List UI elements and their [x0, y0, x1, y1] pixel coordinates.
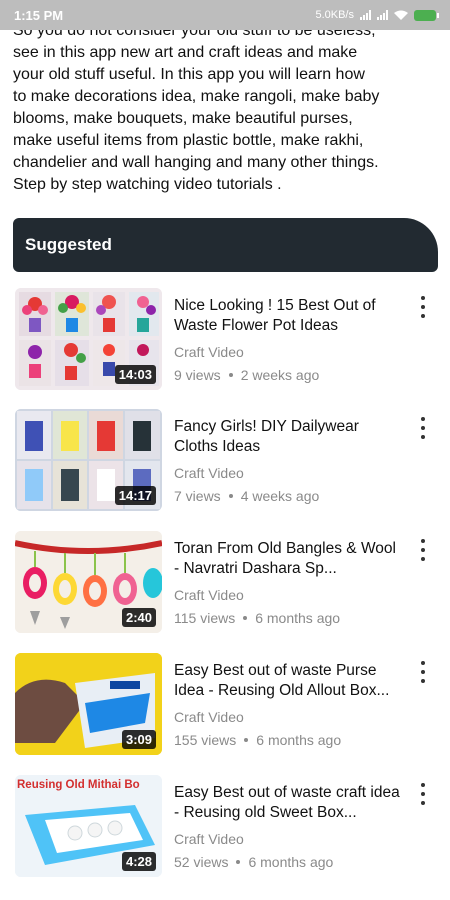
video-title[interactable]: Easy Best out of waste craft idea - Reus…: [174, 783, 402, 823]
video-channel: Craft Video: [174, 344, 244, 360]
video-views: 115 views: [174, 610, 236, 626]
video-title[interactable]: Nice Looking ! 15 Best Out of Waste Flow…: [174, 296, 402, 336]
video-age: 6 months ago: [255, 610, 341, 626]
thumbnail-caption: Reusing Old Mithai Bo: [17, 779, 140, 791]
video-thumbnail[interactable]: 3:09: [15, 653, 162, 755]
status-bar: 1:15 PM 5.0KB/s: [0, 0, 450, 30]
more-vert-icon[interactable]: [414, 296, 432, 318]
video-channel: Craft Video: [174, 587, 244, 603]
video-duration: 2:40: [121, 608, 156, 627]
status-icons: 5.0KB/s: [315, 9, 439, 21]
app-description: So you do not consider your old stuff to…: [13, 22, 380, 193]
video-age: 6 months ago: [256, 732, 342, 748]
more-vert-icon[interactable]: [414, 539, 432, 561]
signal-icon: [360, 10, 371, 20]
wifi-icon: [394, 10, 408, 20]
video-meta: 9 views 2 weeks ago: [174, 367, 319, 383]
more-vert-icon[interactable]: [414, 783, 432, 805]
video-channel: Craft Video: [174, 709, 244, 725]
suggested-header: Suggested: [13, 218, 438, 272]
video-title[interactable]: Fancy Girls! DIY Dailywear Cloths Ideas: [174, 417, 402, 457]
separator-dot: [243, 616, 248, 620]
video-item[interactable]: 14:03 Nice Looking ! 15 Best Out of Wast…: [15, 288, 440, 392]
video-meta: 52 views 6 months ago: [174, 854, 333, 870]
video-channel: Craft Video: [174, 465, 244, 481]
video-views: 155 views: [174, 732, 237, 748]
separator-dot: [228, 373, 233, 377]
signal-icon: [377, 10, 388, 20]
separator-dot: [236, 860, 241, 864]
status-time: 1:15 PM: [14, 7, 64, 23]
video-item[interactable]: 2:40 Toran From Old Bangles & Wool - Nav…: [15, 531, 440, 635]
video-meta: 155 views 6 months ago: [174, 732, 341, 748]
more-vert-icon[interactable]: [414, 661, 432, 683]
video-duration: 14:03: [114, 365, 156, 384]
video-views: 7 views: [174, 488, 221, 504]
battery-icon: [414, 9, 439, 21]
video-item[interactable]: 14:17 Fancy Girls! DIY Dailywear Cloths …: [15, 409, 440, 513]
video-thumbnail[interactable]: Reusing Old Mithai Bo 4:28: [15, 775, 162, 877]
video-age: 4 weeks ago: [240, 488, 320, 504]
video-thumbnail[interactable]: 14:03: [15, 288, 162, 390]
separator-dot: [228, 494, 233, 498]
more-vert-icon[interactable]: [414, 417, 432, 439]
video-views: 9 views: [174, 367, 221, 383]
video-duration: 4:28: [121, 852, 156, 871]
video-meta: 7 views 4 weeks ago: [174, 488, 319, 504]
video-channel: Craft Video: [174, 831, 244, 847]
separator-dot: [244, 738, 249, 742]
video-item[interactable]: 3:09 Easy Best out of waste Purse Idea -…: [15, 653, 440, 757]
video-thumbnail[interactable]: 2:40: [15, 531, 162, 633]
video-duration: 3:09: [121, 730, 156, 749]
video-duration: 14:17: [114, 486, 156, 505]
video-title[interactable]: Toran From Old Bangles & Wool - Navratri…: [174, 539, 402, 579]
video-age: 6 months ago: [248, 854, 334, 870]
video-thumbnail[interactable]: 14:17: [15, 409, 162, 511]
video-views: 52 views: [174, 854, 229, 870]
suggested-title: Suggested: [25, 235, 112, 254]
network-speed: 5.0KB/s: [315, 9, 354, 21]
video-title[interactable]: Easy Best out of waste Purse Idea - Reus…: [174, 661, 402, 701]
video-item[interactable]: Reusing Old Mithai Bo 4:28 Easy Best out…: [15, 775, 440, 879]
video-age: 2 weeks ago: [240, 367, 320, 383]
video-meta: 115 views 6 months ago: [174, 610, 340, 626]
